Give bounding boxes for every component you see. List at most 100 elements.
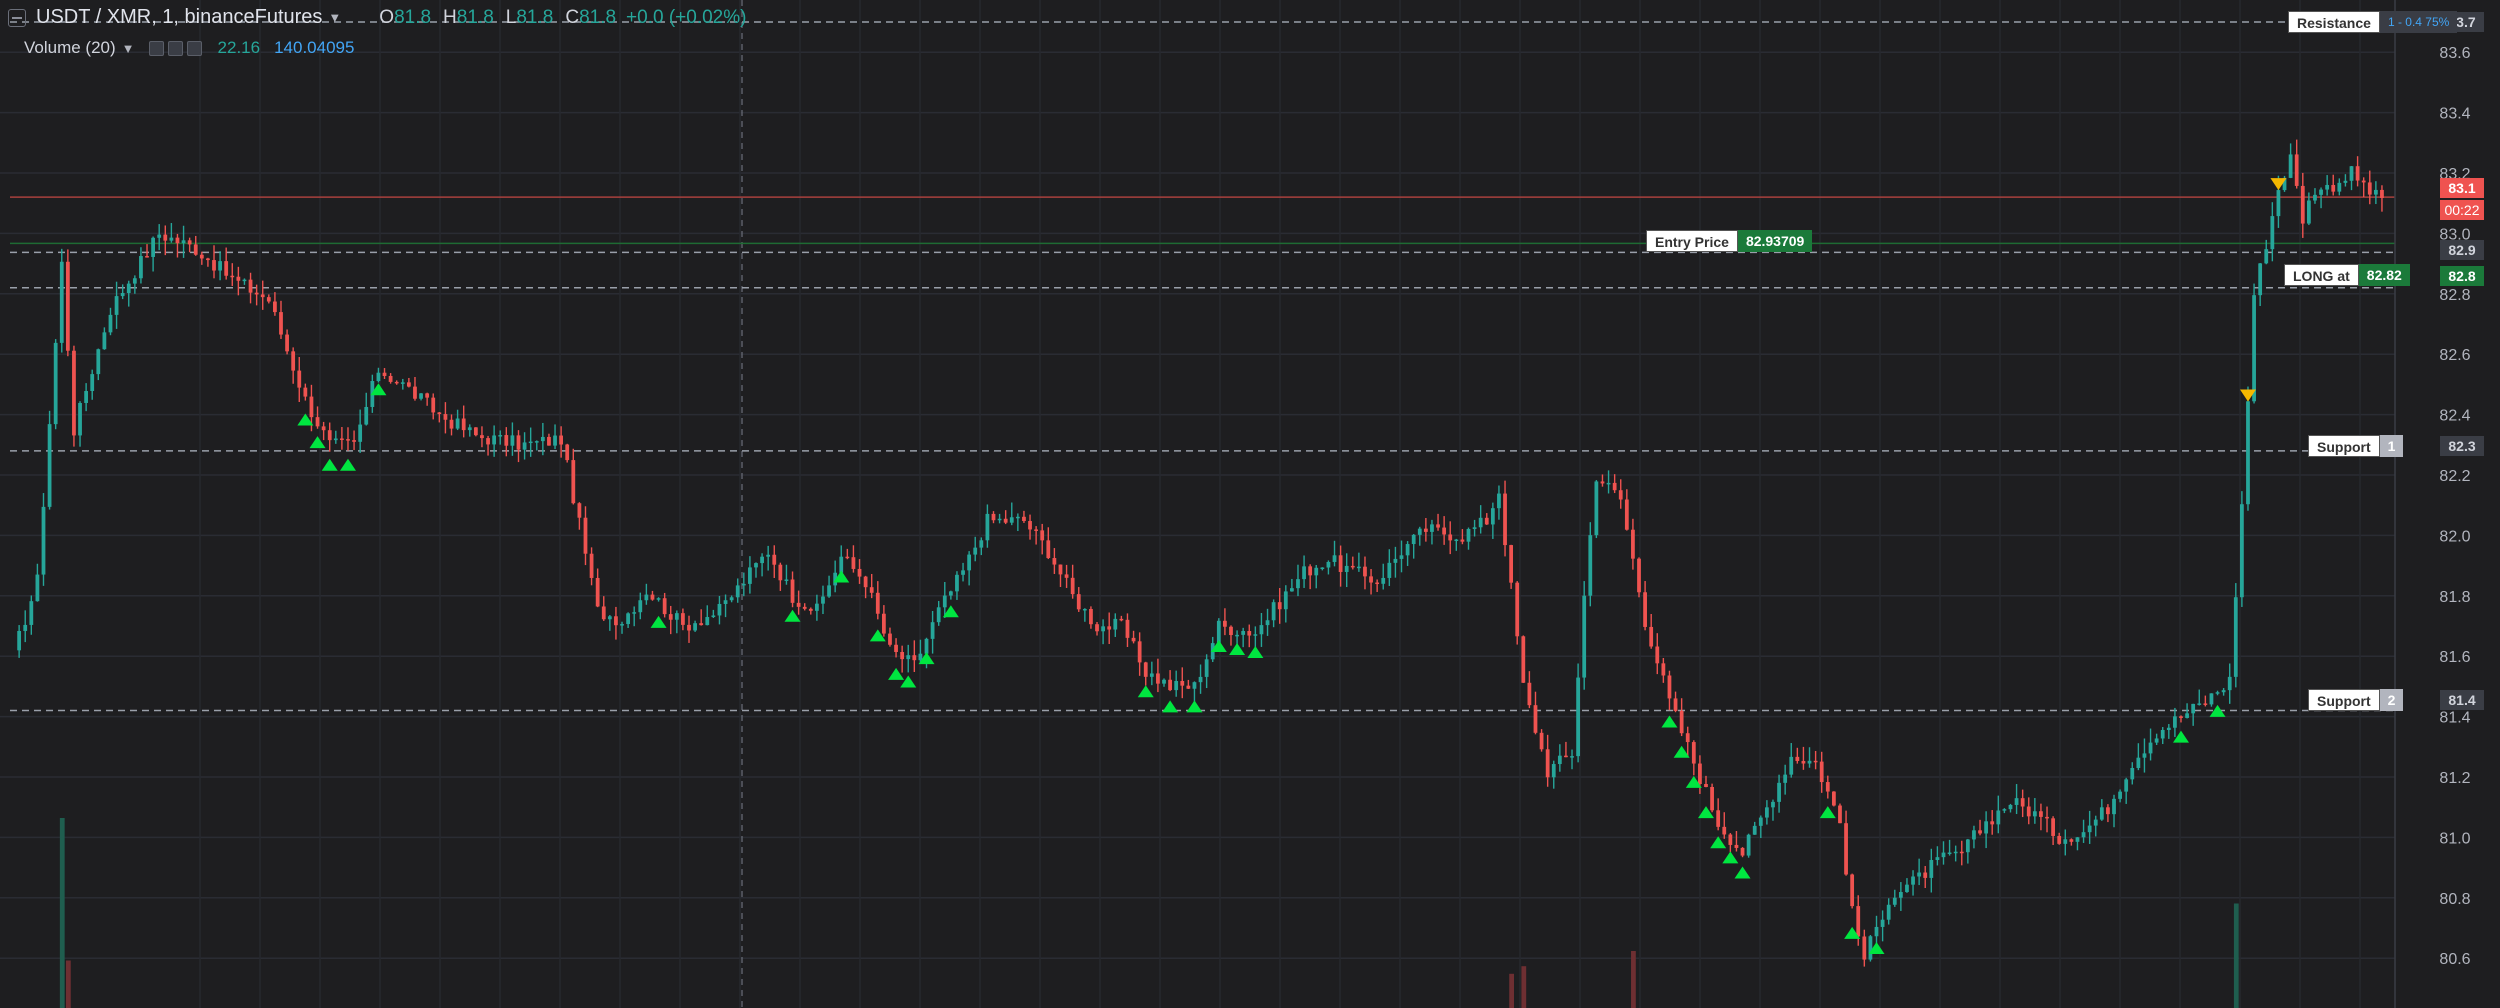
candle-body: [626, 613, 630, 625]
candle-body: [1204, 659, 1209, 677]
chevron-down-icon[interactable]: ▼: [122, 41, 135, 56]
support2-label: Support: [2308, 689, 2380, 711]
candle-body: [254, 292, 259, 295]
candle-body: [1813, 760, 1818, 763]
support2-tag[interactable]: Support 2: [2308, 689, 2404, 711]
candle-body: [151, 237, 155, 257]
candle-body: [364, 406, 369, 425]
symbol-legend[interactable]: USDT / XMR, 1, binanceFutures ▼ O 81.8 H…: [8, 6, 746, 29]
candle-body: [681, 613, 685, 625]
candle-body: [1180, 680, 1185, 686]
collapse-icon[interactable]: [8, 8, 26, 27]
candle-body: [1728, 834, 1733, 845]
candle-body: [1582, 595, 1587, 678]
candle-body: [2051, 818, 2055, 836]
settings-icon[interactable]: [167, 40, 183, 56]
candle-body: [1338, 555, 1343, 572]
candle-body: [1034, 529, 1039, 531]
candle-body: [808, 608, 813, 611]
candle-body: [163, 234, 168, 241]
candle-body: [400, 382, 405, 384]
open-value: 81.8: [394, 6, 432, 28]
candle-body: [1259, 625, 1264, 635]
candle-body: [1113, 618, 1118, 630]
candle-body: [2337, 182, 2342, 192]
candle-body: [467, 427, 472, 431]
candle-body: [1667, 675, 1672, 699]
entry-price-tag[interactable]: Entry Price 82.93709: [1646, 230, 1813, 252]
candle-body: [1460, 539, 1465, 542]
candle-body: [333, 438, 338, 441]
candle-body: [406, 382, 411, 387]
candle-body: [547, 436, 551, 446]
candle-body: [2203, 703, 2208, 705]
candle-body: [114, 296, 119, 315]
candle-body: [157, 234, 162, 238]
volume-bar: [1631, 951, 1636, 1008]
candle-body: [918, 653, 923, 661]
eye-icon[interactable]: [148, 40, 164, 56]
candle-body: [181, 240, 186, 244]
y-tick-label: 81.6: [2439, 649, 2470, 666]
candle-body: [778, 564, 783, 581]
candle-body: [23, 624, 28, 631]
buy-signal-marker: [1247, 646, 1264, 659]
candle-body: [1314, 567, 1319, 576]
candle-body: [1856, 906, 1861, 937]
candle-body: [711, 615, 716, 618]
candle-body: [1844, 823, 1848, 875]
candle-body: [248, 279, 253, 293]
resistance-tag[interactable]: Resistance 1 - 0.4 75%: [2288, 11, 2458, 33]
high-value: 81.8: [456, 6, 494, 28]
candle-body: [1332, 555, 1337, 562]
candle-body: [1223, 620, 1227, 627]
candle-body: [1917, 872, 1922, 877]
candle-body: [1655, 646, 1660, 664]
candle-body: [1283, 591, 1288, 610]
close-value: 81.8: [579, 6, 617, 28]
symbol-label[interactable]: USDT / XMR, 1, binanceFutures: [36, 6, 322, 29]
candle-body: [120, 293, 125, 297]
candle-body: [419, 393, 423, 399]
resistance-label: Resistance: [2288, 11, 2380, 33]
candle-body: [2166, 727, 2171, 731]
candle-body: [589, 553, 594, 578]
candle-body: [425, 393, 430, 398]
long-tag[interactable]: LONG at 82.82: [2284, 264, 2410, 286]
candle-body: [1198, 676, 1203, 683]
candle-body: [230, 275, 235, 278]
y-tick-label: 82.4: [2439, 408, 2470, 425]
chevron-down-icon[interactable]: ▼: [328, 10, 341, 25]
candle-body: [199, 254, 204, 259]
support1-tag[interactable]: Support 1: [2308, 435, 2404, 457]
candle-body: [754, 563, 758, 568]
candle-body: [2106, 807, 2110, 815]
candle-body: [839, 556, 844, 573]
candle-body: [662, 598, 667, 615]
candle-body: [2118, 791, 2122, 799]
candle-body: [358, 424, 363, 442]
candle-body: [1594, 481, 1599, 536]
long-label: LONG at: [2284, 264, 2359, 286]
candle-body: [2349, 166, 2354, 181]
candle-body: [1271, 602, 1276, 621]
candle-body: [1722, 826, 1727, 835]
candle-body: [942, 595, 947, 608]
candle-body: [900, 652, 905, 660]
candle-body: [1454, 539, 1459, 542]
candle-body: [1497, 493, 1501, 509]
candlestick-chart[interactable]: 83.783.683.483.283.082.882.682.482.282.0…: [0, 0, 2500, 1008]
candle-body: [1673, 698, 1678, 711]
candle-body: [1308, 566, 1313, 576]
candle-body: [1241, 631, 1246, 635]
candle-body: [2154, 738, 2159, 743]
volume-legend[interactable]: Volume (20) ▼ 22.16 140.04095: [8, 38, 354, 58]
candle-body: [967, 554, 972, 571]
candle-body: [522, 442, 527, 450]
close-icon[interactable]: [186, 40, 202, 56]
candle-body: [1685, 733, 1690, 743]
candle-body: [1612, 482, 1617, 491]
candle-body: [1119, 618, 1124, 621]
candle-body: [2045, 816, 2049, 819]
volume-label[interactable]: Volume (20): [24, 38, 116, 58]
